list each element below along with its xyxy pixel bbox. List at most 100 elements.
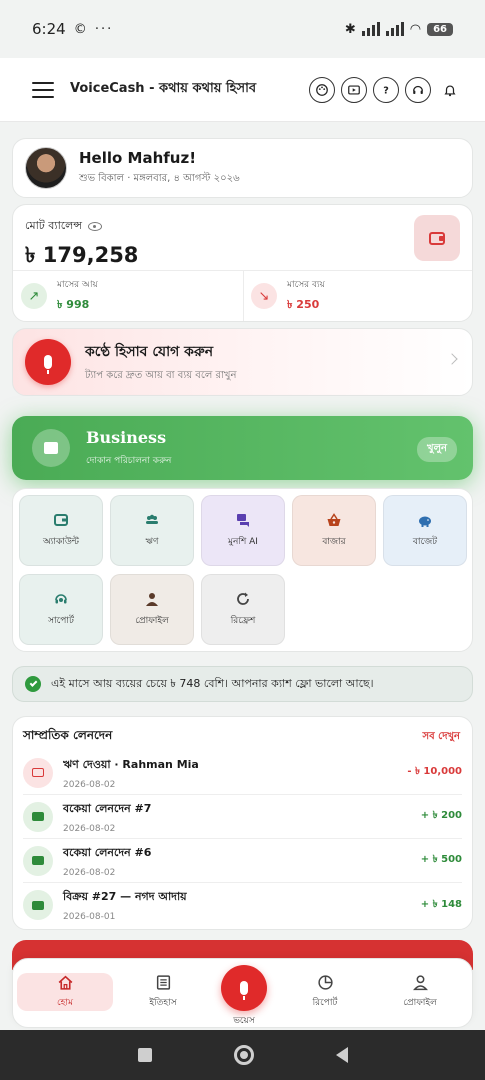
transaction-date: 2026-08-02 [63, 823, 116, 834]
nav-history[interactable]: ইতিহাস [115, 973, 211, 1011]
check-circle-icon [25, 676, 41, 692]
app-title: VoiceCash - কথায় কথায় হিসাব [70, 81, 257, 96]
monthly-expense[interactable]: ↘ মাসের ব্যয় ৳ 250 [251, 277, 325, 315]
business-banner[interactable]: Business দোকান পরিচালনা করুন খুলুন [12, 416, 473, 480]
recents-icon[interactable] [137, 1048, 152, 1062]
tile-support[interactable]: সাপোর্ট [19, 574, 103, 645]
transaction-name: বিক্রয় #27 — নগদ আদায় [63, 890, 187, 903]
history-list-icon [154, 975, 172, 991]
tile-profile[interactable]: প্রোফাইল [110, 574, 194, 645]
voice-title: কণ্ঠে হিসাব যোগ করুন [85, 343, 214, 360]
tile-refresh[interactable]: রিফ্রেশ [201, 574, 285, 645]
transaction-amount: + ৳ 200 [420, 810, 462, 821]
transaction-row[interactable]: বিক্রয় #27 — নগদ আদায় 2026-08-01 + ৳ 1… [23, 883, 462, 927]
nav-voice-label: ভয়েস [233, 1016, 255, 1026]
store-icon [32, 429, 70, 467]
palette-icon[interactable] [309, 76, 335, 103]
business-title: Business [86, 428, 167, 447]
home-icon [56, 975, 74, 991]
expense-label: মাসের ব্যয় [287, 280, 325, 290]
nav-report-label: রিপোর্ট [312, 997, 338, 1008]
eye-icon[interactable] [88, 222, 103, 231]
open-business-button[interactable]: খুলুন [417, 437, 457, 462]
chevron-right-icon [446, 353, 458, 365]
transaction-row[interactable]: বকেয়া লেনদেন #7 2026-08-02 + ৳ 200 [23, 795, 462, 839]
tile-label: বাজেট [412, 537, 438, 547]
signal-icon [361, 22, 380, 36]
person-icon [144, 591, 160, 607]
cash-icon [23, 890, 53, 920]
monthly-income[interactable]: ↗ মাসের আয় ৳ 998 [21, 277, 98, 315]
transaction-amount: + ৳ 148 [420, 898, 462, 910]
business-subtitle: দোকান পরিচালনা করুন [86, 456, 172, 466]
trending-up-icon: ↗ [21, 283, 47, 309]
tile-label: প্রোফাইল [135, 616, 169, 626]
transaction-name: বকেয়া লেনদেন #7 [63, 801, 152, 815]
bottom-nav: হোম ইতিহাস ভয়েস রিপোর্ট প্রোফাইল [12, 958, 473, 1028]
cash-icon [23, 845, 53, 876]
chat-icon [235, 512, 251, 528]
menu-icon[interactable] [32, 81, 54, 98]
receipt-icon [23, 757, 53, 788]
wifi-icon: ◠ [409, 21, 422, 37]
tile-munshi-ai[interactable]: মুনশি AI [201, 495, 285, 566]
transaction-date: 2026-08-01 [63, 912, 116, 922]
mic-icon [240, 981, 248, 1000]
transaction-row[interactable]: বকেয়া লেনদেন #6 2026-08-02 + ৳ 500 [23, 839, 462, 883]
greeting-subtitle: শুভ বিকাল · মঙ্গলবার, ৪ আগস্ট ২০২৬ [79, 172, 240, 184]
tile-label: রিফ্রেশ [230, 616, 256, 626]
basket-icon [326, 512, 342, 528]
notice-text: এই মাসে আয় ব্যয়ের চেয়ে ৳ 748 বেশি। আপ… [51, 676, 374, 690]
support-agent-icon[interactable] [405, 76, 431, 103]
tile-market[interactable]: বাজার [292, 495, 376, 566]
avatar[interactable] [25, 147, 67, 189]
back-icon[interactable] [335, 1047, 348, 1063]
person-icon [411, 975, 429, 991]
piggy-bank-icon [417, 512, 433, 528]
home-button-icon[interactable] [233, 1045, 254, 1065]
help-icon[interactable]: ? [373, 76, 399, 103]
cashflow-notice: এই মাসে আয় ব্যয়ের চেয়ে ৳ 748 বেশি। আপ… [12, 666, 473, 702]
wallet-icon [429, 231, 445, 245]
income-label: মাসের আয় [57, 280, 98, 290]
tile-label: ঋণ [145, 537, 159, 547]
status-right-icons: ✱ ◠ 66 [345, 22, 453, 37]
svg-text:?: ? [383, 85, 389, 96]
bluetooth-icon: ✱ [344, 21, 356, 37]
mic-button[interactable] [25, 339, 71, 385]
tile-budget[interactable]: বাজেট [383, 495, 467, 566]
status-time: 6:24 [32, 20, 66, 38]
nav-profile-label: প্রোফাইল [403, 997, 437, 1008]
tile-label: বাজার [322, 537, 346, 547]
top-action-icons: ? [309, 76, 463, 103]
nav-profile[interactable]: প্রোফাইল [372, 973, 468, 1011]
quick-actions-card: অ্যাকাউন্ট ঋণ মুনশি AI বাজার বাজেট সাপোর… [12, 488, 473, 652]
pie-chart-icon [316, 975, 334, 991]
nav-home[interactable]: হোম [17, 973, 113, 1011]
tile-account[interactable]: অ্যাকাউন্ট [19, 495, 103, 566]
tile-loan[interactable]: ঋণ [110, 495, 194, 566]
wallet-button[interactable] [414, 215, 460, 261]
nav-voice-button[interactable] [221, 965, 267, 1011]
balance-label-row: মোট ব্যালেন্স [25, 217, 103, 236]
transaction-row[interactable]: ঋণ দেওয়া · Rahman Mia 2026-08-02 - ৳ 10… [23, 751, 462, 795]
bell-icon[interactable] [437, 77, 463, 103]
app-bar: VoiceCash - কথায় কথায় হিসাব ? [0, 58, 485, 122]
transaction-name: ঋণ দেওয়া · Rahman Mia [63, 757, 199, 771]
video-icon[interactable] [341, 76, 367, 103]
view-all-link[interactable]: সব দেখুন [423, 729, 461, 746]
transaction-date: 2026-08-02 [63, 867, 116, 878]
tile-label: অ্যাকাউন্ট [42, 537, 79, 547]
greeting-card: Hello Mahfuz! শুভ বিকাল · মঙ্গলবার, ৪ আগ… [12, 138, 473, 198]
signal-2-icon [385, 22, 404, 36]
income-value: ৳ 998 [57, 298, 90, 311]
balance-label: মোট ব্যালেন্স [25, 219, 83, 232]
transaction-name: বকেয়া লেনদেন #6 [63, 845, 152, 859]
voice-add-card[interactable]: কণ্ঠে হিসাব যোগ করুন ট্যাপ করে দ্রুত আয়… [12, 328, 473, 396]
battery-icon: 66 [427, 22, 453, 36]
nav-report[interactable]: রিপোর্ট [277, 973, 373, 1011]
system-nav-bar [0, 1030, 485, 1080]
transaction-amount: - ৳ 10,000 [407, 766, 462, 777]
nav-history-label: ইতিহাস [149, 997, 177, 1008]
mic-icon [44, 355, 52, 374]
